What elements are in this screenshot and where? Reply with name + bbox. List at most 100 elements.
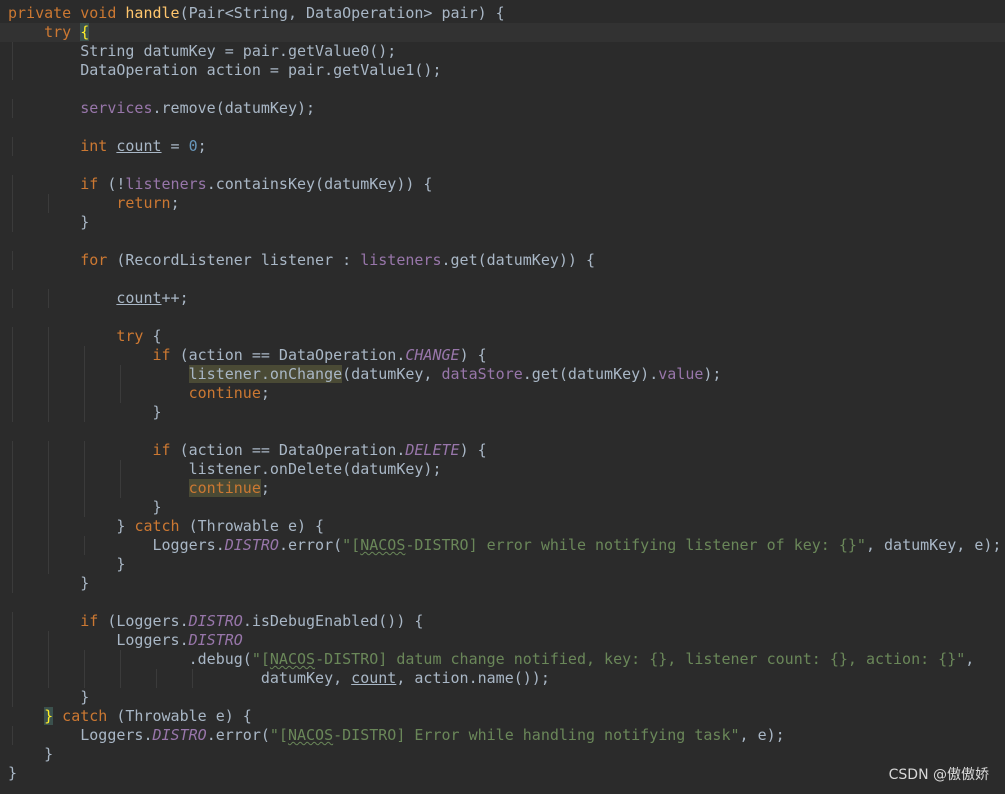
code-line[interactable]: continue; [0,479,1005,498]
static-field: DISTRO [224,536,279,554]
keyword: private void [8,4,126,22]
code-text: ) { [459,346,487,364]
code-line[interactable]: } catch (Throwable e) { [0,707,1005,726]
code-line[interactable]: listener.onDelete(datumKey); [0,460,1005,479]
indent-guide [48,441,49,460]
string-literal: -DISTRO] datum change notified, key: {},… [315,650,966,668]
indent-guide [120,669,121,688]
code-text: String datumKey = pair.getValue0(); [8,42,397,60]
code-line[interactable] [0,118,1005,137]
code-line[interactable]: .debug("[NACOS-DISTRO] datum change noti… [0,650,1005,669]
code-line[interactable]: } [0,555,1005,574]
code-line[interactable]: try { [0,327,1005,346]
static-field: DISTRO [152,726,207,744]
code-line[interactable] [0,156,1005,175]
indent-guide [120,365,121,384]
field: services [80,99,153,117]
indent-guide [12,213,13,232]
indent-guide [12,384,13,403]
code-line[interactable]: continue; [0,384,1005,403]
method-name: handle [125,4,180,22]
code-line[interactable]: int count = 0; [0,137,1005,156]
indent-guide [12,42,13,61]
code-text: (action == DataOperation. [179,346,406,364]
code-line[interactable]: } [0,764,1005,783]
code-text: datumKey, [8,669,352,687]
keyword: if [152,346,180,364]
code-line[interactable]: if (Loggers.DISTRO.isDebugEnabled()) { [0,612,1005,631]
code-line[interactable]: count++; [0,289,1005,308]
code-line[interactable]: if (!listeners.containsKey(datumKey)) { [0,175,1005,194]
code-editor[interactable]: private void handle(Pair<String, DataOpe… [0,4,1005,783]
code-text: } [8,688,90,706]
code-line[interactable]: } [0,688,1005,707]
keyword: try [44,23,81,41]
code-line[interactable] [0,232,1005,251]
indent-guide [12,289,13,308]
keyword: return [116,194,171,212]
code-line[interactable] [0,80,1005,99]
code-line[interactable]: try { [0,23,1005,42]
local-variable: count [351,669,397,687]
code-line[interactable] [0,308,1005,327]
code-text: .debug( [8,650,252,668]
indent-guide [12,498,13,517]
code-text: listener.onDelete(datumKey); [8,460,442,478]
indent-guide [12,194,13,213]
code-line[interactable]: return; [0,194,1005,213]
code-text: ; [170,194,180,212]
code-line[interactable]: listener.onChange(datumKey, dataStore.ge… [0,365,1005,384]
code-line[interactable]: } [0,574,1005,593]
code-text: ) { [459,441,487,459]
code-line[interactable]: services.remove(datumKey); [0,99,1005,118]
code-text: ; [197,137,207,155]
code-line[interactable]: } [0,498,1005,517]
indent-guide [48,517,49,536]
code-text: .isDebugEnabled()) { [242,612,424,630]
keyword: continue [188,384,261,402]
indent-guide [48,384,49,403]
code-line[interactable]: Loggers.DISTRO [0,631,1005,650]
code-line[interactable]: Loggers.DISTRO.error("[NACOS-DISTRO] err… [0,536,1005,555]
code-text: } [8,555,126,573]
code-text: = [161,137,189,155]
code-text: (Pair<String, DataOperation> pair) { [179,4,505,22]
code-text: .error( [206,726,270,744]
indent-guide [12,669,13,688]
code-line[interactable]: for (RecordListener listener : listeners… [0,251,1005,270]
static-field: DELETE [405,441,460,459]
code-text: (Throwable e) { [116,707,252,725]
code-line[interactable]: } [0,403,1005,422]
keyword: int [80,137,117,155]
indent-guide [48,194,49,213]
code-text: } [8,764,18,782]
code-line[interactable] [0,593,1005,612]
code-line[interactable] [0,270,1005,289]
code-line[interactable]: } catch (Throwable e) { [0,517,1005,536]
local-variable: count [116,289,162,307]
field: dataStore [441,365,523,383]
code-text: ); [703,365,722,383]
indent-guide [48,403,49,422]
field: listeners [360,251,442,269]
code-line[interactable]: Loggers.DISTRO.error("[NACOS-DISTRO] Err… [0,726,1005,745]
string-literal: -DISTRO] Error while handling notifying … [333,726,740,744]
code-line[interactable]: } [0,745,1005,764]
code-line[interactable] [0,422,1005,441]
code-line[interactable]: String datumKey = pair.getValue0(); [0,42,1005,61]
indent-guide [12,460,13,479]
indent-guide [84,384,85,403]
code-line[interactable]: DataOperation action = pair.getValue1(); [0,61,1005,80]
code-line[interactable]: if (action == DataOperation.DELETE) { [0,441,1005,460]
typo-word: NACOS [360,536,406,554]
indent-guide [12,137,13,156]
code-line[interactable]: private void handle(Pair<String, DataOpe… [0,4,1005,23]
code-text: } [8,517,135,535]
code-line[interactable]: if (action == DataOperation.CHANGE) { [0,346,1005,365]
code-line[interactable]: datumKey, count, action.name()); [0,669,1005,688]
code-text: ++; [161,289,189,307]
indent-guide [12,327,13,346]
code-line[interactable]: } [0,213,1005,232]
